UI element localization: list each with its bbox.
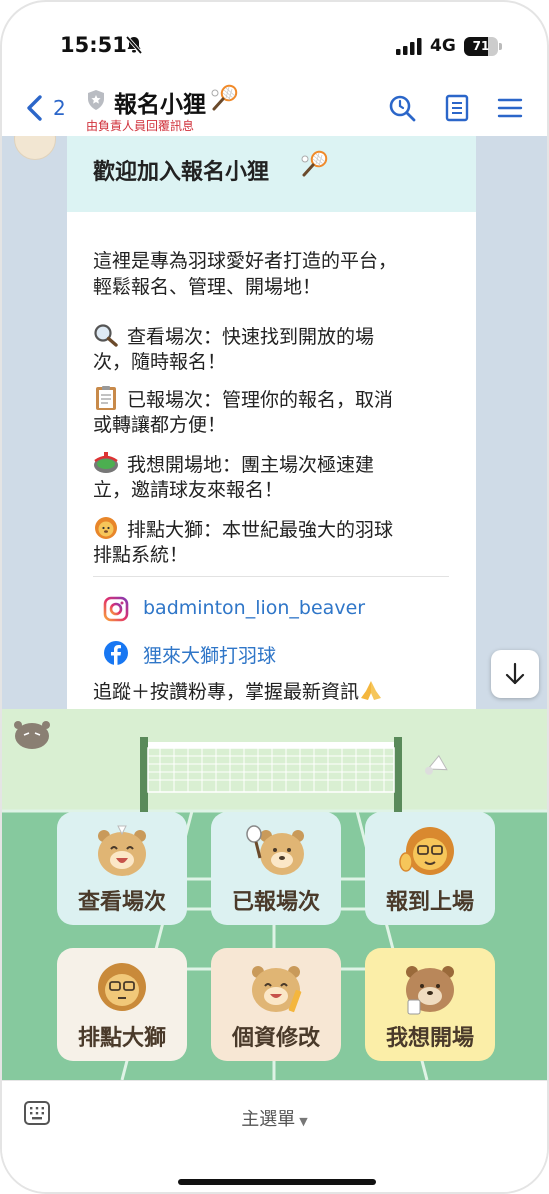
battery-level: 71 (472, 39, 490, 53)
scroll-down-button[interactable] (491, 650, 539, 698)
menu-tile-lion-ranking[interactable]: 排點大獅 (57, 948, 187, 1061)
back-chevron-icon[interactable] (24, 94, 46, 122)
intro-line-1: 這裡是專為羽球愛好者打造的平台， (93, 250, 398, 272)
beaver-phone-mascot-icon (406, 966, 454, 1015)
arrow-down-icon (505, 662, 525, 685)
shield-icon (88, 90, 104, 110)
feature-line: 排點大獅：本世紀最強大的羽球 (127, 519, 394, 541)
menu-tile-edit-profile[interactable]: 個資修改 (211, 948, 341, 1061)
chat-area[interactable]: 歡迎加入報名小狸 這裡是專為羽球愛好者打造的平台， 輕鬆報名、管理、開場地！ 查… (2, 136, 547, 709)
menu-tile-check-in[interactable]: 報到上場 (365, 812, 495, 925)
tile-label: 我想開場 (385, 1026, 474, 1051)
facebook-page-name[interactable]: 狸來大獅打羽球 (143, 641, 276, 668)
lion-mascot-icon (98, 963, 146, 1011)
feature-open-court: 我想開場地：團主場次極速建 (93, 451, 374, 478)
tile-label: 查看場次 (77, 890, 166, 915)
instagram-handle[interactable]: badminton_lion_beaver (143, 597, 365, 619)
badminton-racket-icon (301, 150, 328, 177)
tile-label: 排點大獅 (77, 1026, 166, 1051)
main-menu-toggle[interactable]: 主選單 ▼ (2, 1105, 547, 1131)
unread-count[interactable]: 2 (53, 96, 66, 120)
lion-mascot-icon (399, 827, 454, 875)
silent-bell-icon (125, 35, 143, 55)
bottom-bar: 主選單 ▼ (2, 1080, 547, 1192)
badminton-racket-icon (211, 84, 238, 111)
caret-down-icon: ▼ (299, 1115, 308, 1128)
feature-lion-ranking: 排點大獅：本世紀最強大的羽球 (93, 516, 393, 543)
chat-header: 2 報名小狸 由負責人員回覆訊息 (2, 82, 547, 136)
follow-text-label: 追蹤＋按讚粉專，掌握最新資訊 (93, 681, 360, 703)
magnifier-icon (94, 324, 118, 347)
follow-text: 追蹤＋按讚粉專，掌握最新資訊 (93, 679, 383, 705)
tile-label: 報到上場 (385, 890, 474, 915)
bot-avatar[interactable] (14, 136, 56, 160)
instagram-link[interactable]: badminton_lion_beaver (103, 594, 403, 624)
instagram-icon (103, 596, 129, 622)
feature-line: 我想開場地：團主場次極速建 (127, 454, 375, 476)
signal-icon (396, 38, 422, 55)
feature-registered: 已報場次：管理你的報名，取消 (93, 386, 393, 413)
menu-tile-registered-sessions[interactable]: 已報場次 (211, 812, 341, 925)
feature-line: 已報場次：管理你的報名，取消 (127, 389, 394, 411)
clipboard-icon (96, 386, 116, 410)
main-menu-label: 主選單 (241, 1109, 296, 1130)
message-title: 歡迎加入報名小狸 (93, 160, 270, 185)
feature-view-sessions: 查看場次：快速找到開放的場 (93, 323, 374, 350)
menu-tile-view-sessions[interactable]: 查看場次 (57, 812, 187, 925)
feature-line: 查看場次：快速找到開放的場 (127, 326, 375, 348)
search-icon[interactable] (388, 94, 416, 122)
status-bar: 15:51 4G 71 (2, 2, 547, 88)
beaver-mascot-icon (98, 825, 146, 876)
feature-line: 次，隨時報名！ (93, 351, 227, 373)
tile-label: 個資修改 (231, 1026, 320, 1051)
beaver-pencil-mascot-icon (252, 966, 302, 1013)
rich-menu: 查看場次 已報場次 報到上場 排點大獅 個資修改 我想開場 (2, 709, 547, 1080)
praying-hands-icon (361, 681, 382, 700)
facebook-icon (104, 641, 128, 665)
notes-icon[interactable] (443, 94, 471, 122)
menu-tile-open-court[interactable]: 我想開場 (365, 948, 495, 1061)
message-header: 歡迎加入報名小狸 (67, 136, 476, 212)
tile-label: 已報場次 (231, 890, 320, 915)
battery-icon: 71 (464, 37, 502, 56)
beaver-racket-mascot-icon (246, 825, 304, 875)
network-type: 4G (430, 36, 456, 56)
chat-title: 報名小狸 (114, 92, 206, 118)
lion-icon (95, 517, 117, 539)
stadium-icon (94, 452, 118, 473)
feature-line: 或轉讓都方便！ (93, 414, 227, 436)
divider (93, 576, 449, 577)
home-indicator (178, 1179, 376, 1185)
intro-line-2: 輕鬆報名、管理、開場地！ (93, 276, 322, 298)
feature-line: 立，邀請球友來報名！ (93, 479, 284, 501)
status-time: 15:51 (60, 33, 127, 57)
feature-line: 排點系統！ (93, 544, 189, 566)
chat-subtitle: 由負責人員回覆訊息 (86, 119, 195, 133)
facebook-link[interactable]: 狸來大獅打羽球 (103, 638, 343, 668)
message-bubble: 歡迎加入報名小狸 這裡是專為羽球愛好者打造的平台， 輕鬆報名、管理、開場地！ 查… (67, 136, 476, 709)
phone-screen: 15:51 4G 71 2 報名小狸 由負責人員回覆訊息 歡迎加入報名小狸 這裡… (0, 0, 549, 1194)
menu-icon[interactable] (496, 94, 524, 122)
